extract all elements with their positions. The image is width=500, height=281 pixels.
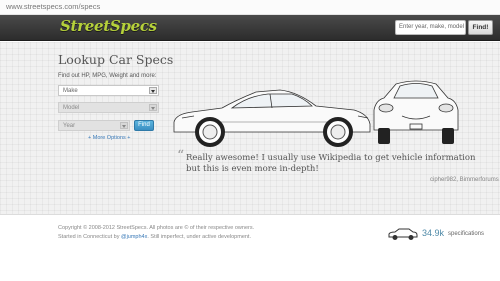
site-header: StreetSpecs Enter year, make, model Find…: [0, 15, 500, 41]
lookup-subtitle: Find out HP, MPG, Weight and more:: [58, 73, 157, 79]
car-blueprint-illustration: [173, 80, 459, 147]
year-select-value: Year: [63, 123, 76, 129]
footer-started-prefix: Started in Connecticut by: [58, 234, 121, 240]
model-select[interactable]: Model: [58, 102, 159, 113]
testimonial-quote: Really awesome! I usually use Wikipedia …: [186, 153, 476, 174]
make-select-value: Make: [63, 88, 78, 94]
model-select-value: Model: [63, 105, 80, 111]
chevron-down-icon: [149, 104, 157, 111]
header-search-input[interactable]: Enter year, make, model: [395, 20, 466, 35]
main-content: Lookup Car Specs Find out HP, MPG, Weigh…: [0, 42, 500, 215]
quote-mark-icon: “: [177, 148, 185, 164]
page-title: Lookup Car Specs: [58, 52, 174, 67]
find-button[interactable]: Find: [134, 120, 154, 131]
chevron-down-icon: [120, 122, 128, 129]
header-find-button[interactable]: Find!: [468, 20, 493, 35]
spec-count-label: specifications: [448, 231, 485, 237]
copyright-text: Copyright © 2008-2012 StreetSpecs. All p…: [58, 225, 255, 231]
footer-started-text: Started in Connecticut by @jumph4x. Stil…: [58, 234, 251, 240]
chevron-down-icon: [149, 87, 157, 94]
address-url[interactable]: www.streetspecs.com/specs: [6, 2, 100, 11]
testimonial-author: cipher982, Bimmerforums: [430, 177, 499, 183]
footer-started-suffix: . Still imperfect, under active developm…: [147, 234, 251, 240]
twitter-handle-link[interactable]: @jumph4x: [121, 234, 147, 240]
browser-address-bar[interactable]: www.streetspecs.com/specs: [0, 0, 500, 15]
year-select[interactable]: Year: [58, 120, 130, 131]
more-options-link[interactable]: + More Options +: [88, 135, 131, 141]
site-logo[interactable]: StreetSpecs: [60, 17, 157, 35]
spec-count: 34.9k: [422, 228, 445, 238]
car-count-icon: [388, 228, 418, 240]
make-select[interactable]: Make: [58, 85, 159, 96]
